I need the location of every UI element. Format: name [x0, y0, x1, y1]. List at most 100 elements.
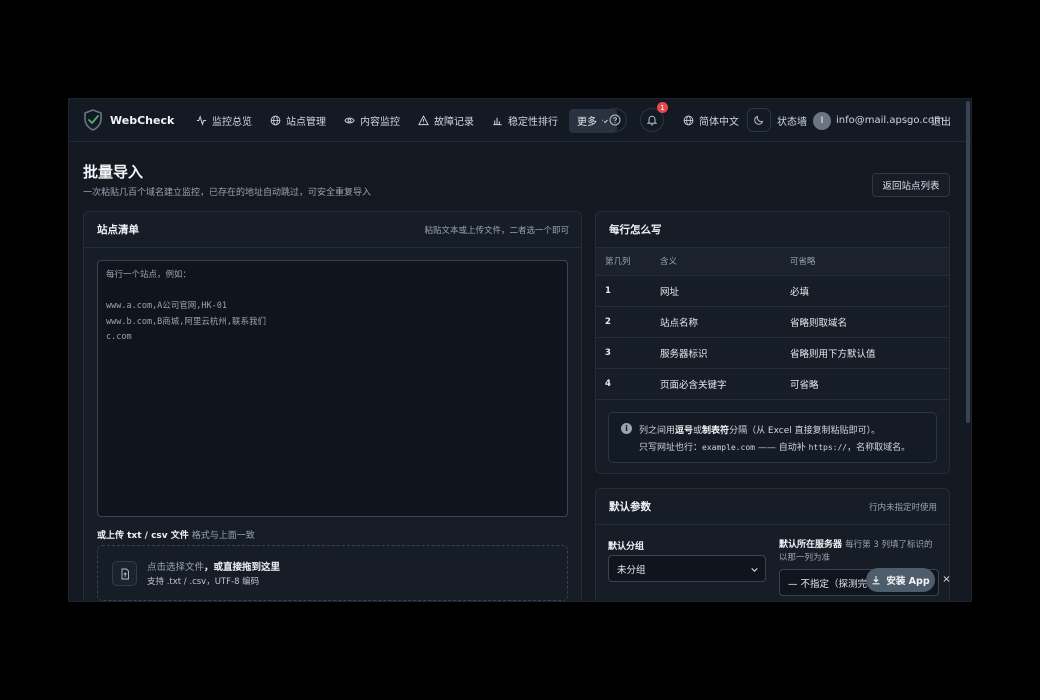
table-header-row: 第几列 含义 可省略 [596, 248, 949, 276]
bar-chart-icon [493, 117, 502, 126]
nav-item-label: 监控总览 [212, 117, 252, 128]
install-app-button[interactable]: 安装 App [866, 568, 935, 592]
dropzone-text: 点击选择文件，或直接拖到这里 [147, 559, 280, 573]
logout-link[interactable]: 退出 [931, 99, 951, 142]
chevron-down-icon [751, 567, 758, 572]
dropzone-support: 支持 .txt / .csv，UTF-8 编码 [147, 577, 260, 587]
note-line-2: 只写网址也行：example.com —— 自动补 https://，名称取域名… [639, 440, 910, 453]
site-list-hint: 粘贴文本或上传文件，二者选一个即可 [424, 225, 569, 236]
default-group-value: 未分组 [617, 564, 646, 576]
note-text-tab: 制表符 [702, 426, 730, 436]
moon-icon [754, 115, 764, 125]
shield-check-icon [84, 109, 102, 131]
note-text: 只写网址也行： [639, 443, 703, 453]
page-title: 批量导入 [83, 163, 144, 181]
globe-icon [270, 115, 281, 126]
site-list-header: 站点清单 粘贴文本或上传文件，二者选一个即可 [84, 212, 581, 248]
status-wall-label: 状态墙 [777, 117, 807, 128]
table-cell: 网址 [660, 275, 790, 307]
install-close-button[interactable]: × [939, 572, 954, 587]
main-nav: 监控总览 站点管理 内容监控 故障记录 稳定性排行 更多 [187, 99, 617, 142]
site-list-textarea[interactable]: 每行一个站点，例如： www.a.com,A公司官网,HK-01 www.b.c… [97, 260, 568, 517]
note-code-example: example.com [702, 443, 755, 452]
table-cell: 可省略 [790, 368, 949, 400]
install-app-label: 安装 App [886, 576, 930, 587]
format-help-header: 每行怎么写 [596, 212, 949, 248]
nav-item-content-monitor[interactable]: 内容监控 [335, 99, 409, 142]
default-server-value: — 不指定（探测完 [788, 578, 868, 590]
defaults-title: 默认参数 [609, 501, 651, 513]
help-button[interactable] [603, 108, 627, 132]
table-row: 1 网址 必填 [596, 275, 949, 307]
dropzone-text-click: 点击选择文件 [147, 562, 205, 573]
language-label: 简体中文 [699, 117, 739, 128]
notification-badge: 1 [657, 102, 668, 113]
download-icon [872, 576, 880, 585]
note-text: ，名称取域名。 [847, 443, 911, 453]
format-help-panel: 每行怎么写 第几列 含义 可省略 1 网址 必填 2 站点名称 省略则取域名 3… [595, 211, 950, 474]
note-line-1: 列之间用逗号或制表符分隔（从 Excel 直接复制粘贴即可）。 [639, 423, 880, 436]
back-to-sites-button[interactable]: 返回站点列表 [872, 173, 950, 197]
format-help-title: 每行怎么写 [609, 224, 662, 236]
scrollbar[interactable] [966, 101, 970, 423]
note-text: 列之间用 [639, 426, 676, 436]
default-server-label: 默认所在服务器 每行第 3 列填了标识的以那一列为准 [779, 539, 939, 565]
table-cell: 3 [596, 337, 660, 369]
table-cell: 站点名称 [660, 306, 790, 338]
site-list-title: 站点清单 [97, 224, 139, 236]
note-code-https: https:// [808, 443, 848, 452]
note-text: 或 [693, 426, 703, 436]
table-row: 4 页面必含关键字 可省略 [596, 368, 949, 400]
alert-triangle-icon [418, 115, 429, 126]
file-dropzone[interactable]: 点击选择文件，或直接拖到这里 支持 .txt / .csv，UTF-8 编码 [97, 545, 568, 601]
default-server-label-main: 默认所在服务器 [779, 540, 843, 550]
info-icon: i [621, 423, 632, 434]
format-table: 第几列 含义 可省略 1 网址 必填 2 站点名称 省略则取域名 3 服务器标识… [596, 248, 949, 400]
note-text: 分隔（从 Excel 直接复制粘贴即可）。 [729, 426, 881, 436]
user-menu[interactable]: I info@mail.apsgo.com [813, 99, 944, 142]
theme-toggle-button[interactable] [747, 108, 771, 132]
table-row: 2 站点名称 省略则取域名 [596, 306, 949, 338]
note-text: —— 自动补 [755, 443, 809, 453]
brand[interactable]: WebCheck [83, 109, 174, 131]
table-cell: 页面必含关键字 [660, 368, 790, 400]
notifications-button[interactable]: 1 [640, 102, 668, 132]
language-switcher[interactable]: 简体中文 [683, 99, 739, 142]
nav-item-overview[interactable]: 监控总览 [187, 99, 261, 142]
brand-name: WebCheck [110, 113, 175, 127]
nav-item-label: 稳定性排行 [508, 117, 558, 128]
table-cell: 服务器标识 [660, 337, 790, 369]
avatar: I [813, 111, 831, 130]
defaults-hint: 行内未指定时使用 [868, 502, 937, 513]
upload-label-sub: 格式与上面一致 [191, 531, 255, 541]
default-group-label: 默认分组 [608, 542, 645, 552]
table-cell: 1 [596, 275, 660, 307]
table-row: 3 服务器标识 省略则用下方默认值 [596, 337, 949, 369]
table-cell: 必填 [790, 275, 949, 307]
defaults-header: 默认参数 行内未指定时使用 [596, 489, 949, 525]
table-cell: 4 [596, 368, 660, 400]
upload-label: 或上传 txt / csv 文件 格式与上面一致 [97, 528, 255, 541]
column-header: 含义 [660, 248, 790, 276]
globe-icon [683, 115, 694, 126]
help-circle-icon [609, 114, 621, 126]
column-header: 可省略 [790, 248, 949, 276]
page-subtitle: 一次粘贴几百个域名建立监控，已存在的地址自动跳过，可安全重复导入 [83, 188, 372, 198]
nav-item-sites[interactable]: 站点管理 [261, 99, 335, 142]
column-header: 第几列 [596, 248, 660, 276]
status-wall-link[interactable]: 状态墙 [777, 99, 807, 142]
upload-label-main: 或上传 txt / csv 文件 [97, 531, 189, 541]
format-note: i 列之间用逗号或制表符分隔（从 Excel 直接复制粘贴即可）。 只写网址也行… [608, 412, 937, 463]
nav-item-incidents[interactable]: 故障记录 [409, 99, 483, 142]
bell-icon [646, 115, 658, 126]
site-list-panel: 站点清单 粘贴文本或上传文件，二者选一个即可 每行一个站点，例如： www.a.… [83, 211, 582, 601]
dropzone-text-drag: ，或直接拖到这里 [204, 562, 281, 573]
top-navigation-bar: WebCheck 监控总览 站点管理 内容监控 故障记录 稳定性排行 更多 1 … [69, 99, 971, 142]
user-email: info@mail.apsgo.com [836, 115, 944, 126]
default-group-select[interactable]: 未分组 [608, 555, 766, 582]
nav-item-label: 故障记录 [434, 117, 474, 128]
table-cell: 省略则用下方默认值 [790, 337, 949, 369]
more-label: 更多 [577, 117, 597, 128]
eye-icon [344, 117, 355, 124]
nav-item-stability-ranking[interactable]: 稳定性排行 [483, 99, 567, 142]
